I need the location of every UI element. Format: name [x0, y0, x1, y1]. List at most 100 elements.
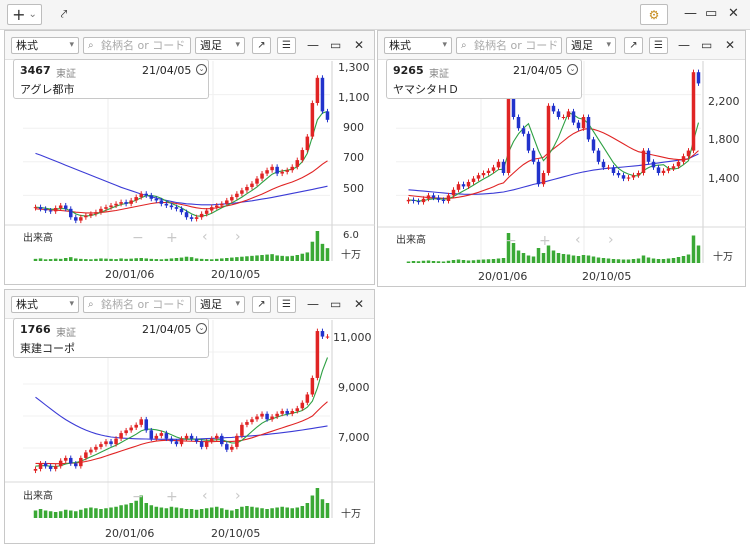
volume-bar — [104, 258, 108, 261]
volume-bar — [245, 256, 249, 261]
volume-bar — [84, 259, 88, 261]
stock-info-box: 3467 東証 21/04/05 ⌄ アグレ都市 — [13, 59, 209, 99]
minimize-icon[interactable]: — — [684, 6, 697, 21]
candle-body — [596, 150, 601, 162]
volume-bar — [38, 509, 43, 518]
stock-info-box: 1766 東証 21/04/05 ⌄ 東建コーポ — [13, 318, 209, 358]
volume-bar — [591, 256, 596, 263]
chart-mode-button[interactable]: ⤤ — [50, 4, 78, 25]
candle-body — [174, 207, 179, 209]
candle-body — [58, 205, 63, 208]
candle-body — [245, 187, 249, 191]
candle-body — [591, 139, 596, 151]
candle-body — [240, 424, 244, 436]
candle-body — [581, 117, 586, 129]
stock-name: 東建コーポ — [20, 342, 75, 355]
scroll-left-button[interactable]: ‹ — [202, 488, 208, 504]
candle-body — [571, 111, 576, 123]
volume-bar — [250, 255, 254, 261]
volume-bar — [581, 255, 586, 263]
stock-name: ヤマシタＨＤ — [393, 83, 459, 96]
volume-bar — [325, 248, 330, 261]
candle-body — [285, 170, 289, 172]
zoom-out-button[interactable]: − — [132, 230, 144, 246]
candle-body — [681, 156, 686, 162]
chevron-down-icon[interactable]: ⌄ — [196, 323, 207, 334]
volume-bar — [486, 259, 491, 263]
volume-bar — [516, 250, 521, 263]
candle-body — [416, 201, 421, 203]
chevron-down-icon[interactable]: ⌄ — [196, 64, 207, 75]
volume-bar — [159, 259, 164, 261]
volume-bar — [300, 506, 305, 518]
zoom-out-button[interactable]: − — [132, 489, 144, 505]
scroll-left-button[interactable]: ‹ — [575, 232, 581, 248]
volume-bar — [179, 257, 184, 261]
zoom-in-button[interactable]: + — [166, 489, 178, 505]
volume-bar — [33, 510, 38, 518]
candle-body — [48, 466, 53, 469]
volume-bar — [114, 506, 118, 518]
volume-bar — [431, 261, 436, 263]
candle-body — [260, 413, 264, 417]
volume-bar — [631, 259, 636, 263]
candle-body — [164, 433, 169, 439]
line-chart-icon: ⤤ — [60, 7, 68, 21]
scroll-right-button[interactable]: › — [235, 488, 241, 504]
close-icon[interactable]: ✕ — [728, 6, 739, 21]
settings-button[interactable]: ⚙ — [640, 4, 668, 25]
volume-bar — [406, 261, 411, 263]
candle-body — [58, 460, 63, 467]
volume-bar — [601, 258, 606, 263]
volume-bar — [671, 258, 676, 263]
stock-code: 3467 — [20, 64, 51, 77]
maximize-icon[interactable]: ▭ — [705, 6, 717, 21]
zoom-in-button[interactable]: + — [166, 230, 178, 246]
volume-bar — [295, 507, 300, 518]
volume-bar — [129, 258, 133, 261]
candle-body — [275, 166, 279, 174]
candle-body — [325, 111, 330, 120]
candle-body — [74, 217, 78, 221]
volume-bar — [79, 509, 83, 518]
volume-bar — [74, 258, 78, 261]
zoom-out-button[interactable]: − — [505, 233, 517, 249]
volume-bar — [661, 259, 666, 263]
volume-bar — [144, 503, 149, 518]
candle-body — [230, 446, 234, 450]
candle-body — [209, 438, 214, 442]
volume-bar — [621, 259, 626, 263]
volume-bar — [179, 508, 184, 518]
volume-bar — [300, 253, 305, 261]
x-tick: 20/10/05 — [211, 527, 261, 540]
scroll-right-button[interactable]: › — [235, 229, 241, 245]
candle-body — [33, 207, 38, 209]
volume-bar — [436, 261, 441, 263]
candle-body — [43, 208, 48, 211]
volume-bar — [189, 257, 194, 261]
chevron-down-icon[interactable]: ⌄ — [567, 64, 578, 75]
volume-bar — [606, 258, 611, 263]
candle-body — [631, 175, 636, 178]
y-tick: 11,000 — [333, 331, 372, 344]
main-toolbar: + ⌄ ⤤ ⚙ — ▭ ✕ — [0, 0, 750, 30]
candle-body — [691, 72, 696, 151]
candle-body — [84, 452, 88, 458]
volume-bar — [611, 259, 616, 263]
volume-bar — [63, 509, 68, 518]
volume-bar — [204, 259, 209, 261]
scroll-right-button[interactable]: › — [608, 232, 614, 248]
scroll-left-button[interactable]: ‹ — [202, 229, 208, 245]
volume-bar — [310, 495, 315, 518]
add-window-button[interactable]: + ⌄ — [7, 4, 42, 25]
volume-max-label: 6.0 — [343, 230, 359, 241]
candle-body — [451, 189, 456, 196]
volume-bar — [245, 506, 249, 518]
zoom-in-button[interactable]: + — [539, 233, 551, 249]
candle-body — [566, 111, 571, 117]
volume-unit-label: 十万 — [341, 509, 361, 520]
candle-body — [526, 133, 531, 151]
candle-body — [220, 435, 224, 445]
candle-body — [63, 457, 68, 461]
chart-panel-1766: 株式 ▾ ⌕ 銘柄名 or コード 週足 ▾ ↗ ☰ — ▭ ✕ 1766 東証 21… — [4, 289, 375, 544]
